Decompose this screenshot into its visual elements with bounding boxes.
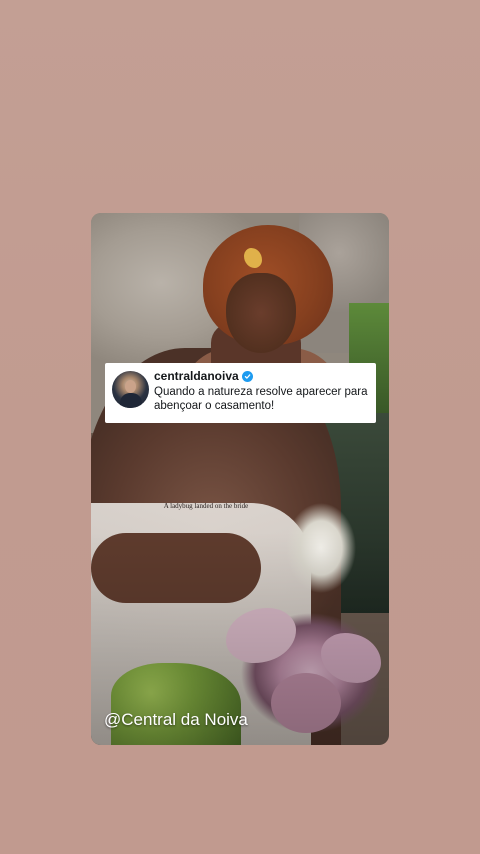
watermark: @Central da Noiva	[104, 710, 248, 729]
avatar-head	[125, 380, 136, 393]
tweet-username[interactable]: centraldanoiva	[154, 369, 239, 383]
tweet-content: centraldanoiva Quando a natureza resolve…	[154, 369, 378, 413]
tweet-card[interactable]: centraldanoiva Quando a natureza resolve…	[105, 363, 376, 423]
tweet-user-row: centraldanoiva	[154, 369, 378, 383]
verified-check-icon	[241, 370, 253, 382]
video-caption: A ladybug landed on the bride	[163, 502, 249, 510]
tweet-text: Quando a natureza resolve aparecer para …	[154, 386, 368, 412]
vignette-overlay	[91, 213, 389, 745]
story-page: A ladybug landed on the bride centraldan…	[0, 0, 480, 854]
profile-photo-icon[interactable]	[112, 371, 149, 408]
video-frame[interactable]: A ladybug landed on the bride	[91, 213, 389, 745]
avatar-body	[120, 393, 142, 408]
